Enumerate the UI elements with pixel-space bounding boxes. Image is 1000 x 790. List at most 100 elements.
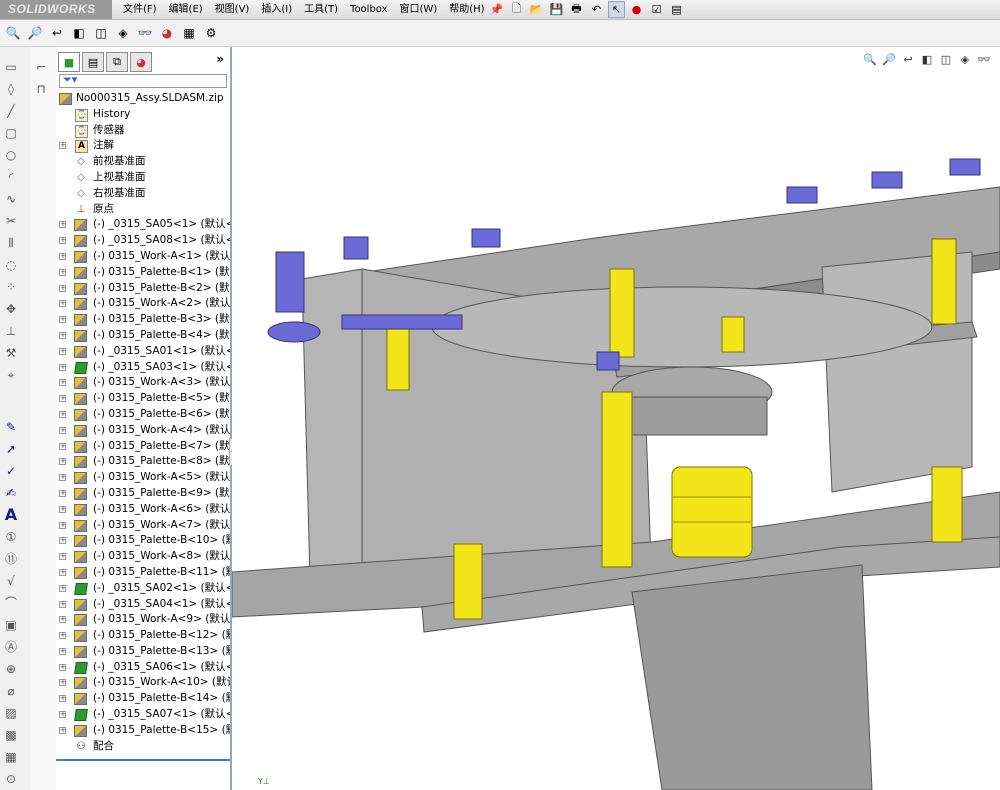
- relation-icon[interactable]: ⊥: [2, 323, 20, 339]
- save-icon[interactable]: 💾: [548, 1, 565, 18]
- exit-sketch-icon[interactable]: ⊓: [32, 81, 50, 97]
- tree-item[interactable]: + (-) _0315_SA06<1> (默认<默: [56, 660, 230, 676]
- section-view-icon[interactable]: ◧: [70, 24, 88, 42]
- tree-item[interactable]: ◇ 前视基准面: [56, 154, 230, 170]
- tree-item[interactable]: + (-) 0315_Palette-B<1> (默认: [56, 265, 230, 281]
- block-icon[interactable]: ▩: [2, 727, 20, 743]
- hole-callout-icon[interactable]: ⌀: [2, 683, 20, 699]
- tree-item[interactable]: + (-) 0315_Palette-B<15> (默: [56, 723, 230, 739]
- tree-item[interactable]: ⌚ 传感器: [56, 123, 230, 139]
- displaymanager-tab[interactable]: ◕: [130, 52, 152, 72]
- tree-item[interactable]: ⌚ History: [56, 107, 230, 123]
- trim-icon[interactable]: ✂: [2, 213, 20, 229]
- move-icon[interactable]: ✥: [2, 301, 20, 317]
- zoom-to-fit-icon[interactable]: 🔍: [4, 24, 22, 42]
- expand-toggle-icon[interactable]: +: [59, 284, 66, 292]
- expand-toggle-icon[interactable]: +: [59, 553, 66, 561]
- pin-icon[interactable]: 📌: [488, 1, 505, 18]
- expand-toggle-icon[interactable]: +: [59, 221, 66, 229]
- expand-toggle-icon[interactable]: +: [59, 505, 66, 513]
- tree-item[interactable]: + (-) 0315_Palette-B<3> (默认: [56, 312, 230, 328]
- propertymanager-tab[interactable]: ▤: [82, 52, 104, 72]
- filter-icon[interactable]: ⏷▾: [63, 73, 77, 87]
- expand-toggle-icon[interactable]: +: [59, 363, 66, 371]
- revision-icon[interactable]: ⊙: [2, 771, 20, 787]
- expand-toggle-icon[interactable]: +: [59, 695, 66, 703]
- filter-bar[interactable]: ⏷▾: [59, 73, 227, 88]
- expand-toggle-icon[interactable]: +: [59, 679, 66, 687]
- tree-item[interactable]: + (-) _0315_SA02<1> (默认<默: [56, 581, 230, 597]
- tree-item[interactable]: + (-) _0315_SA08<1> (默认<默: [56, 233, 230, 249]
- appearance-icon[interactable]: ◕: [158, 24, 176, 42]
- arrow-icon[interactable]: ➚: [2, 441, 20, 457]
- options-icon[interactable]: ☑: [648, 1, 665, 18]
- tree-item[interactable]: + (-) 0315_Palette-B<14> (默: [56, 691, 230, 707]
- menu-edit[interactable]: 编辑(E): [163, 0, 209, 19]
- tree-item[interactable]: + (-) _0315_SA07<1> (默认<默: [56, 707, 230, 723]
- tree-root[interactable]: No000315_Assy.SLDASM.zip: [56, 91, 230, 107]
- expand-toggle-icon[interactable]: +: [59, 647, 66, 655]
- geometric-tolerance-icon[interactable]: ▣: [2, 617, 20, 633]
- new-document-icon[interactable]: 🗋: [508, 1, 525, 18]
- tree-item[interactable]: ⊥ 原点: [56, 202, 230, 218]
- tree-item[interactable]: + A 注解: [56, 138, 230, 154]
- expand-toggle-icon[interactable]: +: [59, 632, 66, 640]
- tree-item[interactable]: + (-) 0315_Palette-B<2> (默认: [56, 281, 230, 297]
- offset-icon[interactable]: ◌: [2, 257, 20, 273]
- tree-item[interactable]: ⚇ 配合: [56, 739, 230, 755]
- expand-toggle-icon[interactable]: +: [59, 426, 66, 434]
- spell-check-icon[interactable]: ✓: [2, 463, 20, 479]
- tree-item[interactable]: + (-) 0315_Work-A<8> (默认<: [56, 549, 230, 565]
- tree-item[interactable]: + (-) 0315_Palette-B<13> (默: [56, 644, 230, 660]
- datum-target-icon[interactable]: ⊕: [2, 661, 20, 677]
- expand-toggle-icon[interactable]: +: [59, 379, 66, 387]
- tree-item[interactable]: + (-) _0315_SA01<1> (默认<默: [56, 344, 230, 360]
- expand-toggle-icon[interactable]: +: [59, 410, 66, 418]
- solidworks-logo[interactable]: SOLIDWORKS: [0, 0, 112, 19]
- previous-view-icon[interactable]: ↩: [48, 24, 66, 42]
- tree-item[interactable]: + (-) 0315_Palette-B<9> (默认: [56, 486, 230, 502]
- hatch-icon[interactable]: ▨: [2, 705, 20, 721]
- expand-toggle-icon[interactable]: +: [59, 711, 66, 719]
- menu-tools[interactable]: 工具(T): [298, 0, 344, 19]
- expand-toggle-icon[interactable]: +: [59, 347, 66, 355]
- expand-toggle-icon[interactable]: +: [59, 726, 66, 734]
- tree-item[interactable]: + (-) 0315_Palette-B<4> (默认: [56, 328, 230, 344]
- tree-item[interactable]: + (-) 0315_Palette-B<6> (默认: [56, 407, 230, 423]
- table-icon[interactable]: ▦: [2, 749, 20, 765]
- tree-item[interactable]: + (-) _0315_SA04<1> (默认<默: [56, 597, 230, 613]
- expand-toggle-icon[interactable]: +: [59, 237, 66, 245]
- format-painter-icon[interactable]: ✍: [2, 485, 20, 501]
- configurationmanager-tab[interactable]: ⧉: [106, 52, 128, 72]
- expand-toggle-icon[interactable]: +: [59, 252, 66, 260]
- expand-toggle-icon[interactable]: +: [59, 268, 66, 276]
- tree-item[interactable]: + (-) 0315_Palette-B<8> (默认: [56, 454, 230, 470]
- arc-icon[interactable]: ◜: [2, 169, 20, 185]
- view-orientation-icon[interactable]: ◫: [92, 24, 110, 42]
- quick-snap-icon[interactable]: ⌖: [2, 367, 20, 383]
- surface-finish-icon[interactable]: √: [2, 573, 20, 589]
- note-icon[interactable]: A: [2, 507, 20, 523]
- tree-item[interactable]: + (-) 0315_Work-A<5> (默认<: [56, 470, 230, 486]
- pattern-icon[interactable]: ⁘: [2, 279, 20, 295]
- menu-toolbox[interactable]: Toolbox: [344, 0, 394, 19]
- tree-item[interactable]: ◇ 右视基准面: [56, 186, 230, 202]
- traffic-light-icon[interactable]: ●: [628, 1, 645, 18]
- menu-options-icon[interactable]: ▤: [668, 1, 685, 18]
- tree-item[interactable]: + (-) 0315_Palette-B<12> (默: [56, 628, 230, 644]
- graphics-area[interactable]: 🔍 🔎 ↩ ◧ ◫ ◈ 👓 Y⊥: [232, 47, 1000, 790]
- expand-toggle-icon[interactable]: +: [59, 537, 66, 545]
- weld-symbol-icon[interactable]: ⌒: [2, 595, 20, 611]
- menu-file[interactable]: 文件(F): [117, 0, 163, 19]
- tree-item[interactable]: + (-) 0315_Work-A<10> (默认: [56, 675, 230, 691]
- menu-help[interactable]: 帮助(H): [443, 0, 490, 19]
- tree-item[interactable]: + (-) 0315_Work-A<9> (默认<: [56, 612, 230, 628]
- tree-item[interactable]: + (-) 0315_Work-A<7> (默认<: [56, 518, 230, 534]
- scene-icon[interactable]: ▦: [180, 24, 198, 42]
- rectangle-icon[interactable]: ▢: [2, 125, 20, 141]
- expand-toggle-icon[interactable]: +: [59, 142, 66, 150]
- expand-toggle-icon[interactable]: +: [59, 300, 66, 308]
- tree-item[interactable]: + (-) 0315_Work-A<3> (默认<: [56, 375, 230, 391]
- tree-item[interactable]: + (-) 0315_Work-A<4> (默认<: [56, 423, 230, 439]
- circle-icon[interactable]: ○: [2, 147, 20, 163]
